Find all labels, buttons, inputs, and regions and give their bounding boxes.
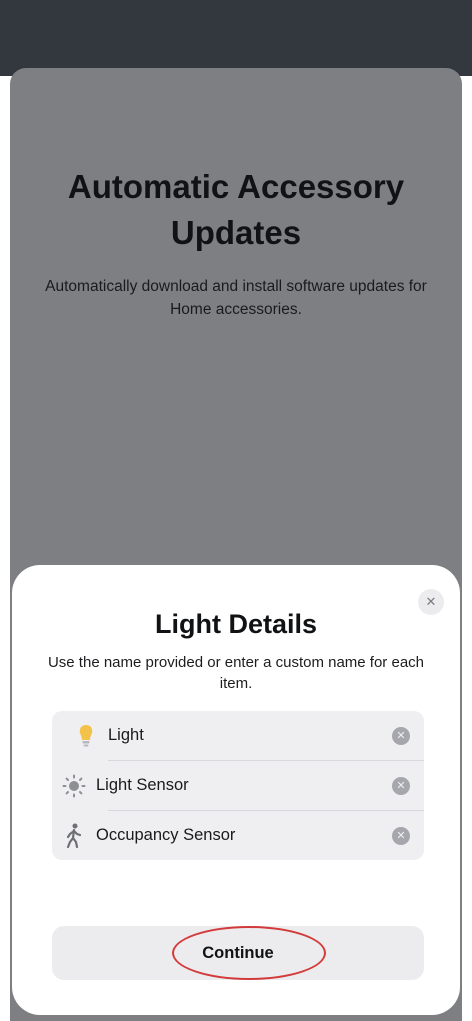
background-subtitle: Automatically download and install softw… — [45, 278, 427, 318]
accessory-name-list: Light ✕ Light Sensor ✕ Occupancy Sensor … — [52, 711, 424, 860]
modal-title: Light Details — [154, 609, 317, 639]
modal-subtitle: Use the name provided or enter a custom … — [47, 654, 425, 692]
item-label[interactable]: Light — [108, 726, 392, 745]
background-title: Automatic Accessory Updates — [67, 168, 405, 251]
item-label[interactable]: Occupancy Sensor — [96, 826, 392, 845]
list-item-light[interactable]: Light ✕ — [52, 711, 424, 760]
item-label[interactable]: Light Sensor — [96, 776, 392, 795]
clear-icon[interactable]: ✕ — [392, 776, 410, 795]
list-item-occupancy-sensor[interactable]: Occupancy Sensor ✕ — [66, 810, 424, 860]
clear-icon[interactable]: ✕ — [392, 726, 410, 745]
highlight-circle — [172, 926, 326, 980]
light-details-modal: ✕ Light Details Use the name provided or… — [12, 565, 460, 1015]
lightbulb-icon — [64, 711, 108, 760]
status-bar — [0, 0, 472, 76]
sun-icon — [52, 761, 96, 810]
continue-button[interactable]: Continue — [52, 926, 424, 980]
walking-person-icon — [52, 811, 96, 860]
clear-icon[interactable]: ✕ — [392, 826, 410, 845]
list-item-light-sensor[interactable]: Light Sensor ✕ — [62, 760, 424, 810]
